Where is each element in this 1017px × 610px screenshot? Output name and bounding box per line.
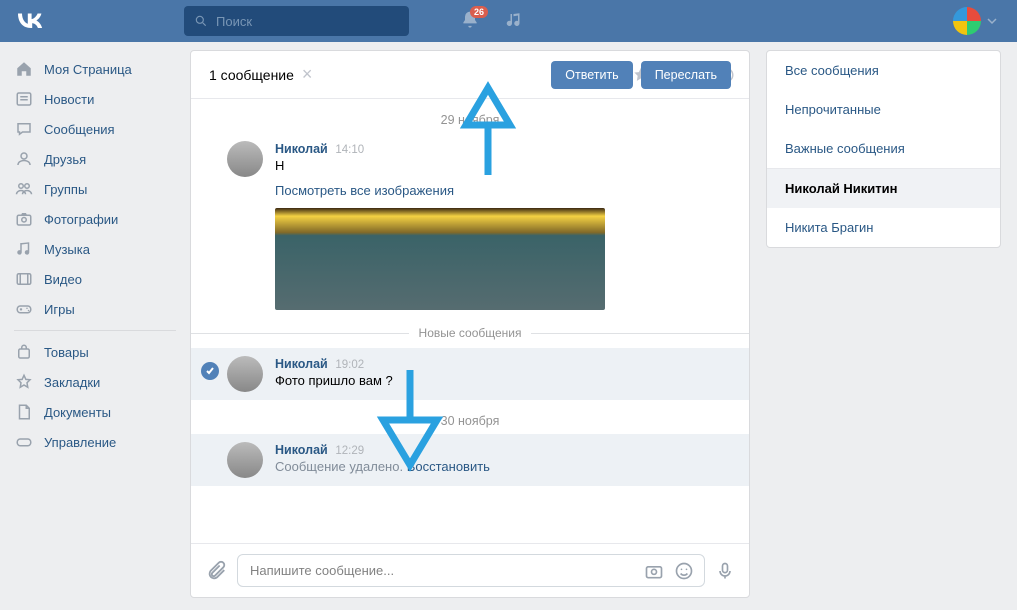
search-icon [194, 14, 208, 28]
emoji-icon[interactable] [674, 561, 694, 581]
avatar[interactable] [227, 356, 263, 392]
sidebar-right: Все сообщения Непрочитанные Важные сообщ… [766, 50, 1001, 598]
camera-icon [14, 210, 34, 228]
sidebar-item-video[interactable]: Видео [6, 264, 184, 294]
message-time: 19:02 [335, 359, 364, 371]
friends-icon [14, 150, 34, 168]
sidebar-item-my-page[interactable]: Моя Страница [6, 54, 184, 84]
message-author[interactable]: Николай [275, 443, 328, 457]
sidebar-item-music[interactable]: Музыка [6, 234, 184, 264]
message-text: Н [275, 158, 729, 173]
new-messages-separator: Новые сообщения [191, 326, 749, 340]
restore-link[interactable]: Восстановить [407, 459, 490, 474]
filter-important[interactable]: Важные сообщения [767, 129, 1000, 168]
sidebar-divider [14, 330, 176, 331]
messages-list: 29 ноября Николай 14:10 Н Посмотреть все… [191, 99, 749, 543]
sidebar-item-photos[interactable]: Фотографии [6, 204, 184, 234]
music-button[interactable] [506, 11, 524, 32]
star-icon [14, 373, 34, 391]
message-item[interactable]: Николай 14:10 Н Посмотреть все изображен… [191, 133, 749, 318]
news-icon [14, 90, 34, 108]
date-separator: 30 ноября [191, 414, 749, 428]
sidebar-item-docs[interactable]: Документы [6, 397, 184, 427]
date-separator: 29 ноября [191, 113, 749, 127]
music-note-icon [14, 240, 34, 258]
dialog-item-active[interactable]: Николай Никитин [767, 169, 1000, 208]
sidebar-left: Моя Страница Новости Сообщения Друзья Гр… [0, 50, 190, 598]
view-all-images-link[interactable]: Посмотреть все изображения [275, 183, 729, 198]
search-input[interactable]: Поиск [184, 6, 409, 36]
message-item-selected[interactable]: Николай 19:02 Фото пришло вам ? [191, 348, 749, 400]
message-input[interactable]: Напишите сообщение... [237, 554, 705, 587]
composer-placeholder: Напишите сообщение... [250, 563, 394, 578]
sidebar-item-news[interactable]: Новости [6, 84, 184, 114]
clear-selection-button[interactable]: × [302, 64, 313, 85]
sidebar-item-market[interactable]: Товары [6, 337, 184, 367]
market-icon [14, 343, 34, 361]
sidebar-item-bookmarks[interactable]: Закладки [6, 367, 184, 397]
message-attachment-image[interactable] [275, 208, 605, 310]
composer: Напишите сообщение... [191, 543, 749, 597]
avatar [953, 7, 981, 35]
message-time: 14:10 [335, 144, 364, 156]
sidebar-item-games[interactable]: Игры [6, 294, 184, 324]
filter-all[interactable]: Все сообщения [767, 51, 1000, 90]
conversation-panel: 1 сообщение × Ответить Переслать 29 нояб… [190, 50, 750, 598]
filter-unread[interactable]: Непрочитанные [767, 90, 1000, 129]
chevron-down-icon [987, 16, 997, 26]
microphone-icon[interactable] [715, 560, 735, 582]
selection-count: 1 сообщение [209, 67, 294, 83]
messages-icon [14, 120, 34, 138]
video-icon [14, 270, 34, 288]
sidebar-item-manage[interactable]: Управление [6, 427, 184, 457]
reply-button[interactable]: Ответить [551, 61, 632, 89]
message-text: Фото пришло вам ? [275, 373, 729, 388]
vk-logo[interactable] [16, 8, 44, 34]
message-time: 12:29 [335, 445, 364, 457]
top-header: Поиск 26 [0, 0, 1017, 42]
doc-icon [14, 403, 34, 421]
avatar[interactable] [227, 442, 263, 478]
message-author[interactable]: Николай [275, 142, 328, 156]
music-icon [506, 11, 524, 29]
forward-button[interactable]: Переслать [641, 61, 731, 89]
search-placeholder: Поиск [216, 14, 252, 29]
sidebar-item-groups[interactable]: Группы [6, 174, 184, 204]
vk-logo-icon [16, 8, 44, 28]
gamepad-icon [14, 433, 34, 451]
message-item-deleted[interactable]: Николай 12:29 Сообщение удалено. Восстан… [191, 434, 749, 486]
profile-menu[interactable] [953, 7, 997, 35]
camera-icon[interactable] [644, 561, 664, 581]
home-icon [14, 60, 34, 78]
deleted-label: Сообщение удалено. [275, 459, 403, 474]
notifications-button[interactable]: 26 [460, 10, 480, 33]
sidebar-item-messages[interactable]: Сообщения [6, 114, 184, 144]
conversation-header: 1 сообщение × Ответить Переслать [191, 51, 749, 99]
message-author[interactable]: Николай [275, 357, 328, 371]
dialog-item[interactable]: Никита Брагин [767, 208, 1000, 247]
groups-icon [14, 180, 34, 198]
notification-badge: 26 [470, 6, 488, 18]
avatar[interactable] [227, 141, 263, 177]
sidebar-item-friends[interactable]: Друзья [6, 144, 184, 174]
attach-icon[interactable] [205, 560, 227, 582]
gamepad-icon [14, 300, 34, 318]
selection-check-icon[interactable] [201, 362, 219, 380]
